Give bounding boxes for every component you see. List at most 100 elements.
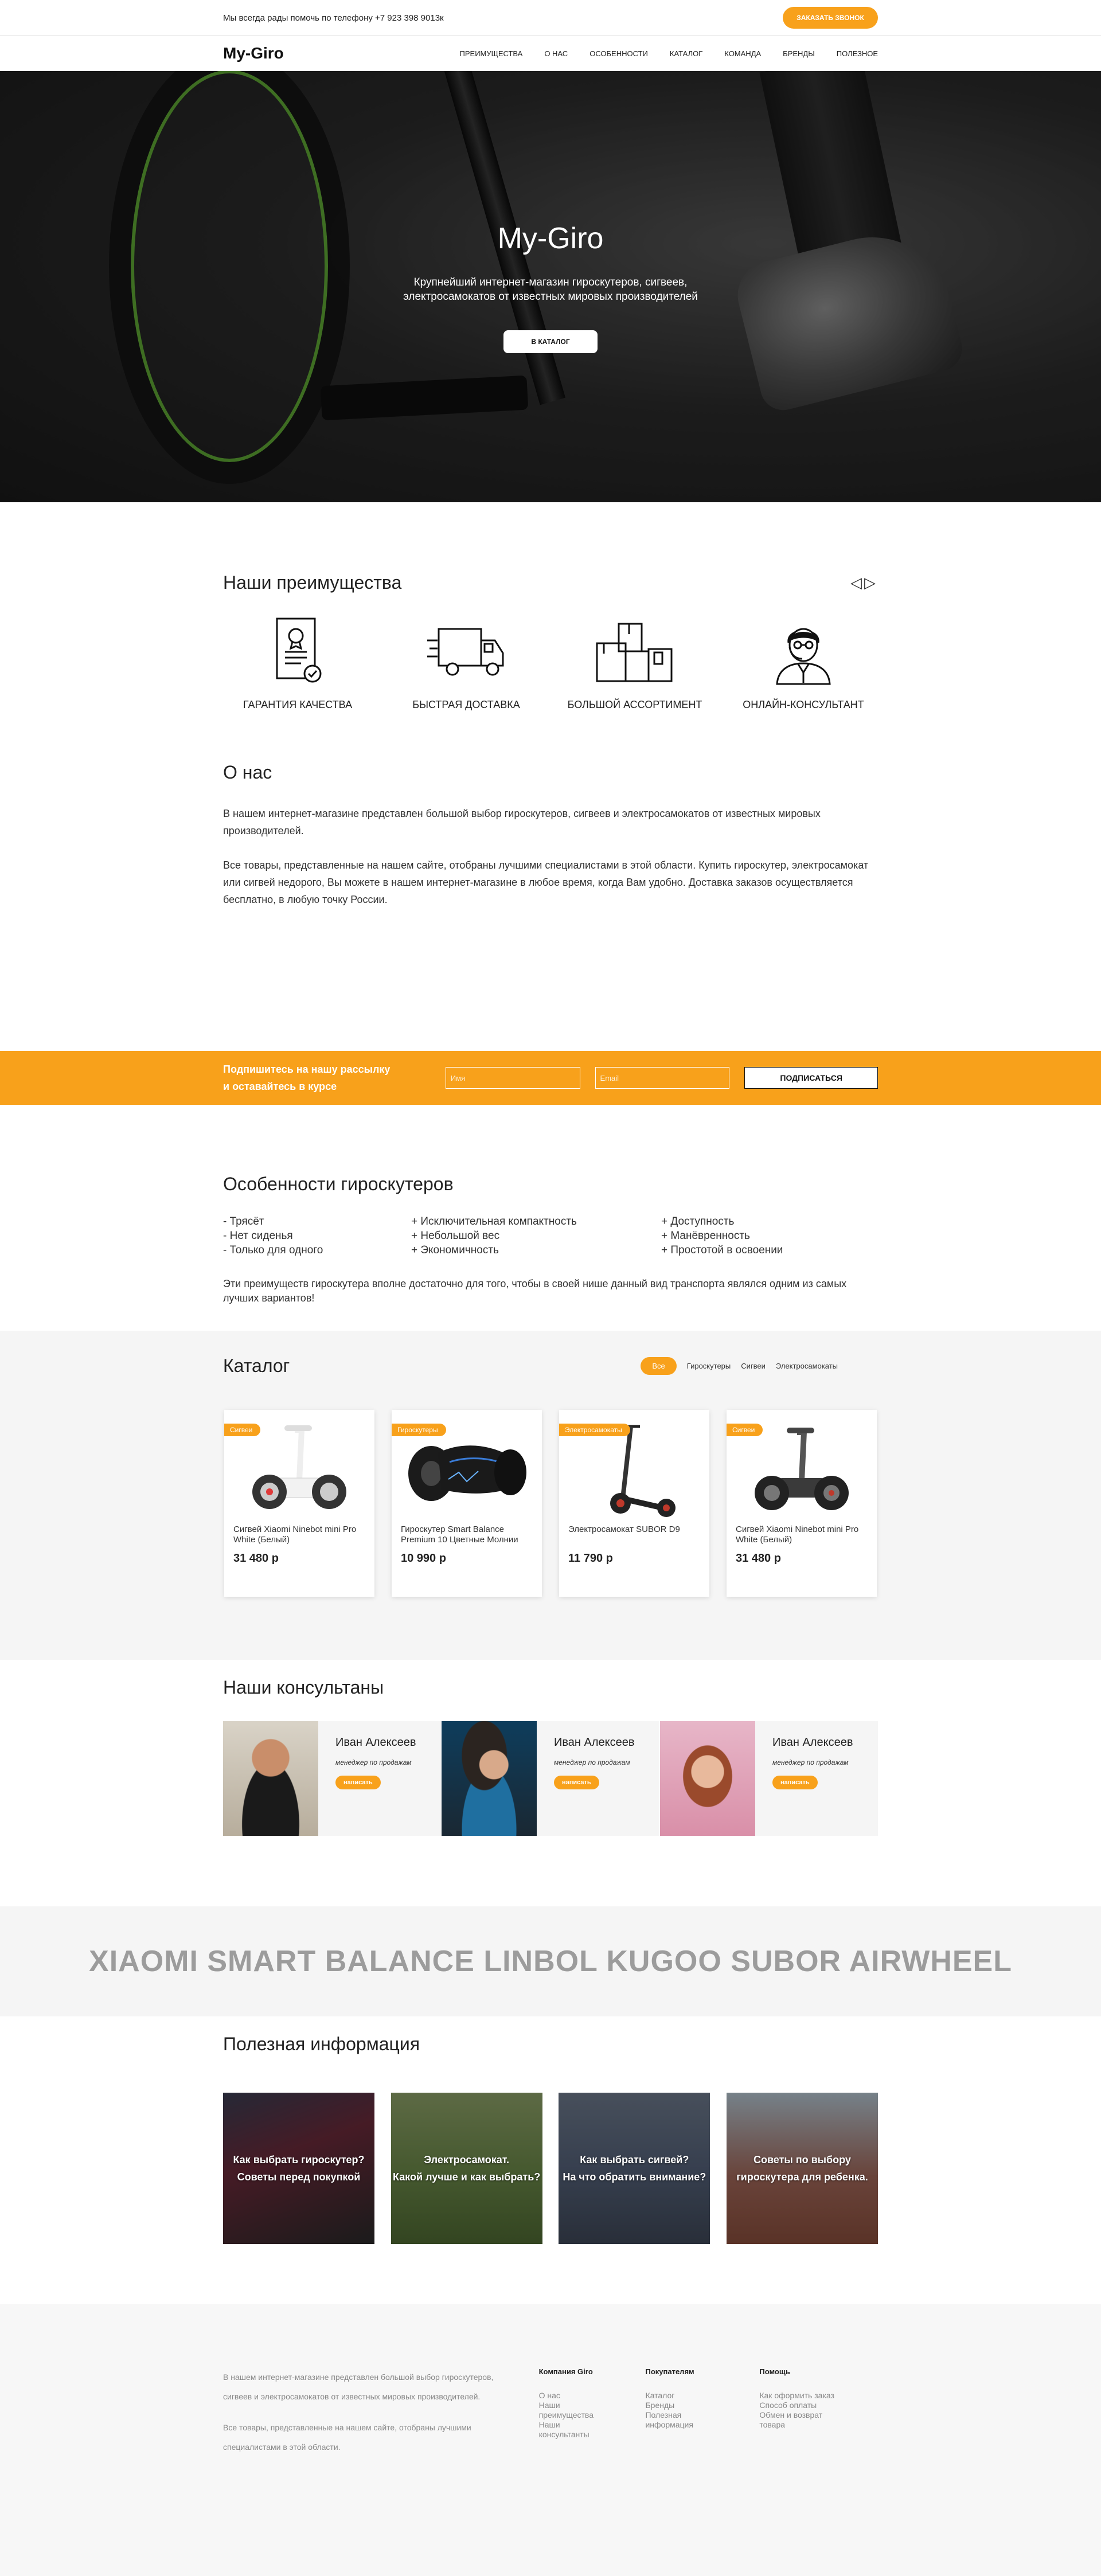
product-price: 10 990 р bbox=[401, 1552, 446, 1565]
consultant-card: Иван Алексеев менеджер по продажам напис… bbox=[442, 1721, 659, 1836]
footer-column-buyers: Покупателям Каталог Бренды Полезная инфо… bbox=[645, 2367, 726, 2457]
footer-link[interactable]: Способ оплаты bbox=[759, 2401, 845, 2410]
consultant-card: Иван Алексеев менеджер по продажам напис… bbox=[223, 1721, 441, 1836]
nav-useful[interactable]: Полезное bbox=[837, 49, 878, 58]
write-button[interactable]: написать bbox=[335, 1776, 381, 1789]
write-button[interactable]: написать bbox=[772, 1776, 818, 1789]
hero-subtitle: Крупнейший интернет-магазин гироскутеров… bbox=[403, 276, 698, 303]
about-section: О нас В нашем интернет-магазине представ… bbox=[0, 762, 1101, 1051]
consultant-name: Иван Алексеев bbox=[554, 1736, 635, 1749]
advantage-consultant: Онлайн-консультант bbox=[735, 615, 872, 711]
list-item: + Экономичность bbox=[411, 1244, 499, 1256]
subscribe-name-input[interactable] bbox=[445, 1067, 580, 1089]
product-card[interactable]: Гироскутеры Гироскутер Smart Balance Pre… bbox=[392, 1410, 542, 1597]
about-paragraph-1: В нашем интернет-магазине представлен бо… bbox=[223, 808, 821, 836]
product-card[interactable]: Сигвеи Сигвей Xiaomi Ninebot mini Pro Wh… bbox=[224, 1410, 374, 1597]
to-catalog-button[interactable]: В каталог bbox=[503, 330, 598, 353]
article-card[interactable]: Как выбрать гироскутер? Советы перед поку… bbox=[223, 2093, 374, 2244]
product-card[interactable]: Сигвеи Сигвей Xiaomi Ninebot mini Pro Wh… bbox=[727, 1410, 877, 1597]
arrow-left-icon[interactable]: ◁ bbox=[850, 574, 864, 591]
advantage-quality: Гарантия качества bbox=[229, 615, 366, 711]
list-item: - Трясёт bbox=[223, 1215, 264, 1228]
subscribe-bar: Подпишитесь на нашу рассылку и оставайте… bbox=[0, 1051, 1101, 1105]
article-card[interactable]: Советы по выбору гироскутера для ребенка. bbox=[726, 2093, 878, 2244]
list-item: + Доступность bbox=[661, 1215, 735, 1228]
list-item: + Простотой в освоении bbox=[661, 1244, 783, 1256]
list-item: + Манёвренность bbox=[661, 1230, 750, 1242]
product-price: 31 480 р bbox=[233, 1552, 279, 1565]
product-card[interactable]: Электросамокаты Электросамокат SUBOR D9 … bbox=[559, 1410, 709, 1597]
nav-catalog[interactable]: Каталог bbox=[670, 49, 702, 58]
info-title: Полезная информация bbox=[223, 2034, 420, 2054]
footer-link[interactable]: Бренды bbox=[645, 2401, 726, 2410]
consultant-role: менеджер по продажам bbox=[772, 1758, 849, 1766]
about-title: О нас bbox=[223, 762, 272, 783]
arrow-right-icon[interactable]: ▷ bbox=[864, 574, 878, 591]
cons-list: - Трясёт - Нет сиденья - Только для одно… bbox=[223, 1214, 411, 1257]
subscribe-text: Подпишитесь на нашу рассылку и оставайте… bbox=[223, 1064, 391, 1092]
catalog-title: Каталог bbox=[223, 1355, 290, 1376]
advantage-assortment: Большой ассортимент bbox=[566, 615, 704, 711]
about-paragraph-2: Все товары, представленные на нашем сайт… bbox=[223, 859, 869, 905]
product-name: Электросамокат SUBOR D9 bbox=[568, 1525, 680, 1534]
footer-about: В нашем интернет-магазине представлен бо… bbox=[223, 2372, 494, 2452]
useful-info-section: Полезная информация Как выбрать гироскут… bbox=[0, 2016, 1101, 2304]
write-button[interactable]: написать bbox=[554, 1776, 599, 1789]
footer-link[interactable]: Обмен и возврат товара bbox=[759, 2410, 845, 2430]
footer-column-help: Помощь Как оформить заказ Способ оплаты … bbox=[759, 2367, 845, 2457]
article-card[interactable]: Электросамокат. Какой лучше и как выбрать… bbox=[391, 2093, 542, 2244]
filter-scooters[interactable]: Электросамокаты bbox=[776, 1362, 838, 1370]
brands-section: XIAOMI SMART BALANCE LINBOL KUGOO SUBOR … bbox=[0, 1906, 1101, 2016]
product-badge: Электросамокаты bbox=[559, 1424, 630, 1436]
advantage-label: Гарантия качества bbox=[243, 699, 353, 710]
product-name: Сигвей Xiaomi Ninebot mini Pro White (Бе… bbox=[736, 1525, 859, 1545]
product-badge: Гироскутеры bbox=[392, 1424, 446, 1436]
hero-banner: My-Giro Крупнейший интернет-магазин гиро… bbox=[0, 71, 1101, 502]
product-name: Сигвей Xiaomi Ninebot mini Pro White (Бе… bbox=[233, 1525, 357, 1545]
footer-link[interactable]: О нас bbox=[539, 2391, 612, 2401]
features-section: Особенности гироскутеров - Трясёт - Нет … bbox=[0, 1105, 1101, 1331]
consultant-name: Иван Алексеев bbox=[335, 1736, 416, 1749]
certificate-icon bbox=[229, 615, 366, 689]
footer-link[interactable]: Наши консультанты bbox=[539, 2420, 612, 2440]
consultant-role: менеджер по продажам bbox=[335, 1758, 412, 1766]
logo[interactable]: My-Giro bbox=[223, 44, 284, 62]
avatar bbox=[660, 1721, 755, 1836]
slider-arrows: ◁▷ bbox=[850, 574, 878, 592]
list-item: - Нет сиденья bbox=[223, 1230, 293, 1242]
nav-features[interactable]: Особенности bbox=[589, 49, 648, 58]
features-note: Эти преимуществ гироскутера вполне доста… bbox=[223, 1278, 847, 1304]
consultants-title: Наши консультаны bbox=[223, 1677, 384, 1698]
nav-advantages[interactable]: Преимущества bbox=[460, 49, 523, 58]
filter-all[interactable]: Все bbox=[641, 1357, 677, 1375]
advantage-delivery: Быстрая доставка bbox=[397, 615, 535, 711]
consultant-icon bbox=[735, 615, 872, 689]
filter-segways[interactable]: Сигвеи bbox=[741, 1362, 766, 1370]
list-item: - Только для одного bbox=[223, 1244, 323, 1256]
product-badge: Сигвеи bbox=[224, 1424, 261, 1436]
product-badge: Сигвеи bbox=[727, 1424, 763, 1436]
filter-hoverboards[interactable]: Гироскутеры bbox=[687, 1362, 731, 1370]
article-card[interactable]: Как выбрать сигвей? На что обратить внима… bbox=[559, 2093, 710, 2244]
nav-team[interactable]: Команда bbox=[724, 49, 761, 58]
boxes-icon bbox=[566, 615, 704, 689]
product-price: 11 790 р bbox=[568, 1552, 613, 1565]
footer-link[interactable]: Как оформить заказ bbox=[759, 2391, 845, 2401]
phone-text: Мы всегда рады помочь по телефону +7 923… bbox=[223, 13, 444, 23]
avatar bbox=[223, 1721, 318, 1836]
main-menu: Преимущества О нас Особенности Каталог К… bbox=[438, 49, 878, 58]
advantage-label: Быстрая доставка bbox=[412, 699, 520, 710]
nav-brands[interactable]: Бренды bbox=[783, 49, 815, 58]
top-bar: Мы всегда рады помочь по телефону +7 923… bbox=[0, 0, 1101, 36]
footer-link[interactable]: Полезная информация bbox=[645, 2410, 726, 2430]
subscribe-email-input[interactable] bbox=[595, 1067, 730, 1089]
consultants-section: Наши консультаны Иван Алексеев менеджер … bbox=[0, 1660, 1101, 1906]
footer-link[interactable]: Наши преимущества bbox=[539, 2401, 612, 2420]
features-title: Особенности гироскутеров bbox=[223, 1174, 454, 1194]
callback-button[interactable]: Заказать звонок bbox=[783, 7, 878, 29]
footer-link[interactable]: Каталог bbox=[645, 2391, 726, 2401]
subscribe-button[interactable]: Подписаться bbox=[744, 1067, 878, 1089]
nav-about[interactable]: О нас bbox=[544, 49, 568, 58]
list-item: + Небольшой вес bbox=[411, 1230, 500, 1242]
advantage-label: Онлайн-консультант bbox=[743, 699, 864, 710]
